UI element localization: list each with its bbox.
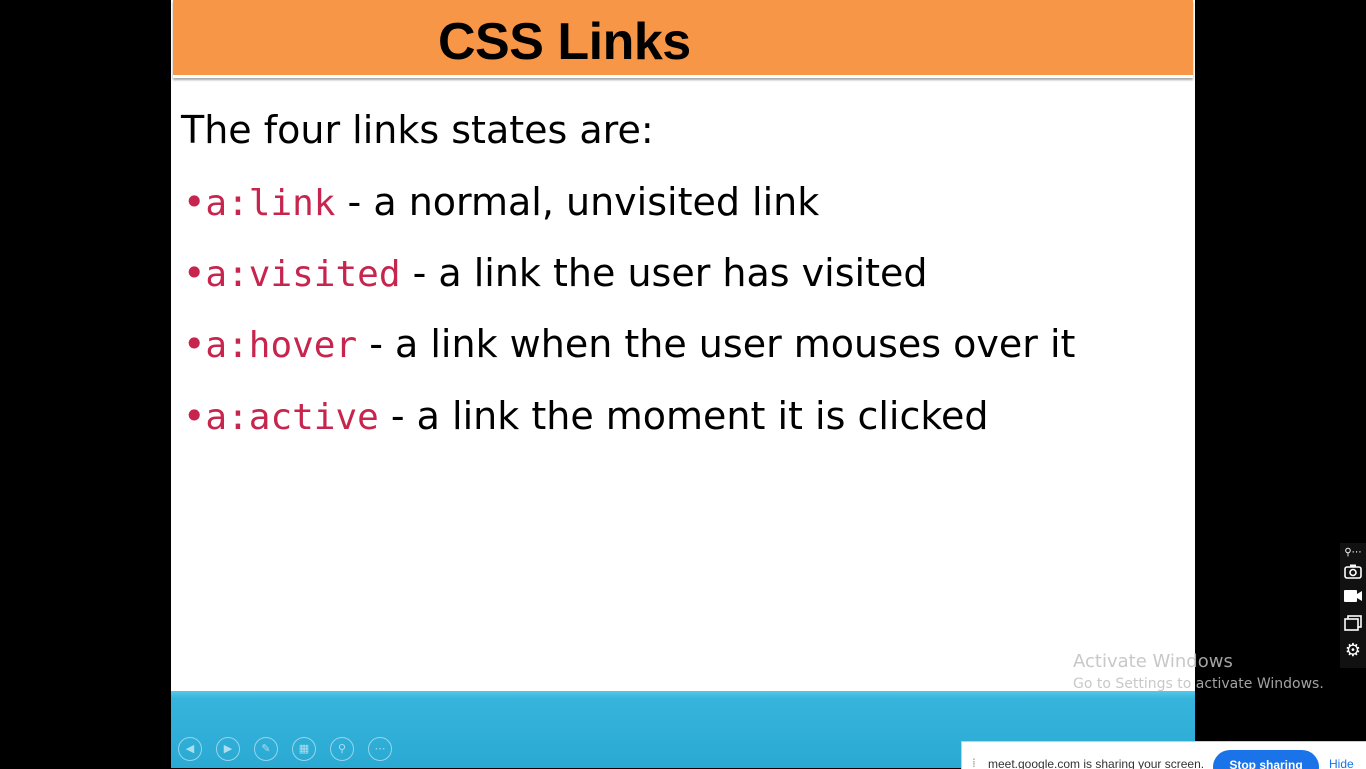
- pin-icon[interactable]: ⚲⋯: [1343, 543, 1363, 563]
- pen-icon[interactable]: ✎: [254, 737, 278, 761]
- bullet-dot: •: [183, 394, 206, 438]
- watermark-subtitle: Go to Settings to activate Windows.: [1073, 676, 1324, 692]
- camera-icon[interactable]: [1343, 563, 1363, 583]
- watermark-title: Activate Windows: [1073, 651, 1233, 672]
- bullet-text: - a link when the user mouses over it: [357, 322, 1076, 366]
- intro-text: The four links states are:: [181, 108, 654, 152]
- gear-icon[interactable]: ⚙: [1343, 641, 1363, 661]
- window-icon[interactable]: [1343, 615, 1363, 635]
- bullet-item: •a:link - a normal, unvisited link: [183, 180, 819, 224]
- next-icon[interactable]: ▶: [216, 737, 240, 761]
- zoom-icon[interactable]: ⚲: [330, 737, 354, 761]
- activate-windows-watermark: Activate Windows Go to Settings to activ…: [1073, 651, 1324, 692]
- bullet-dot: •: [183, 180, 206, 224]
- bullet-item: •a:hover - a link when the user mouses o…: [183, 322, 1075, 366]
- bullet-text: - a normal, unvisited link: [335, 180, 820, 224]
- bullet-code: a:link: [205, 183, 336, 224]
- bullet-item: •a:visited - a link the user has visited: [183, 251, 927, 295]
- bullet-text: - a link the user has visited: [400, 251, 928, 295]
- drag-handle-icon[interactable]: ⁞: [972, 756, 976, 769]
- bullet-code: a:hover: [205, 325, 358, 366]
- share-message: meet.google.com is sharing your screen.: [988, 757, 1205, 769]
- side-toolbar: ⚲⋯ ⚙: [1340, 543, 1366, 668]
- more-icon[interactable]: ⋯: [368, 737, 392, 761]
- screen-share-bar: ⁞ meet.google.com is sharing your screen…: [961, 741, 1366, 769]
- bullet-item: •a:active - a link the moment it is clic…: [183, 394, 989, 438]
- slides-icon[interactable]: ▦: [292, 737, 316, 761]
- bullet-dot: •: [183, 251, 206, 295]
- slide-title: CSS Links: [438, 13, 691, 71]
- video-icon[interactable]: [1343, 589, 1363, 609]
- hide-button[interactable]: Hide: [1329, 757, 1354, 769]
- bullet-code: a:visited: [205, 254, 401, 295]
- previous-icon[interactable]: ◀: [178, 737, 202, 761]
- title-bar: CSS Links: [173, 0, 1193, 78]
- bullet-dot: •: [183, 322, 206, 366]
- stop-sharing-button[interactable]: Stop sharing: [1213, 750, 1319, 769]
- bullet-text: - a link the moment it is clicked: [378, 394, 989, 438]
- slide: CSS Links The four links states are: •a:…: [171, 0, 1195, 768]
- bullet-code: a:active: [205, 397, 379, 438]
